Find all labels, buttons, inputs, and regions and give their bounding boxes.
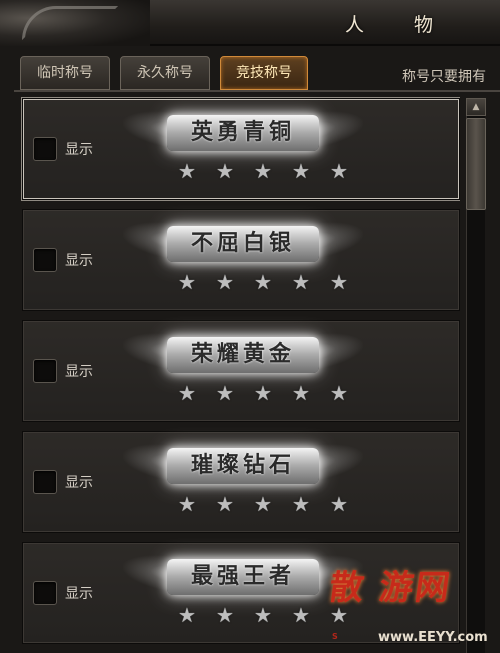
star-rating: ★ ★ ★ ★ ★ — [175, 270, 348, 296]
tab-permanent-titles[interactable]: 永久称号 — [120, 56, 210, 90]
star-icon: ★ — [292, 492, 310, 516]
title-hint-text: 称号只要拥有 — [402, 69, 486, 85]
character-window: 人 物 临时称号 永久称号 竞技称号 称号只要拥有 显示 英勇青铜 ★ ★ ★ … — [0, 0, 500, 653]
star-icon: ★ — [178, 492, 196, 516]
star-icon: ★ — [216, 603, 234, 627]
star-icon: ★ — [254, 270, 272, 294]
show-checkbox[interactable] — [33, 470, 57, 494]
title-badge: 英勇青铜 ★ ★ ★ ★ ★ — [123, 101, 363, 193]
show-label: 显示 — [65, 364, 93, 380]
show-label: 显示 — [65, 475, 93, 491]
star-icon: ★ — [330, 270, 348, 294]
star-icon: ★ — [178, 270, 196, 294]
star-rating: ★ ★ ★ ★ ★ — [175, 492, 348, 518]
star-icon: ★ — [330, 159, 348, 183]
tab-temporary-titles[interactable]: 临时称号 — [20, 56, 110, 90]
star-rating: ★ ★ ★ ★ ★ — [175, 159, 348, 185]
star-icon: ★ — [330, 381, 348, 405]
tab-arena-titles[interactable]: 竞技称号 — [220, 56, 308, 90]
title-row[interactable]: 显示 璀璨钻石 ★ ★ ★ ★ ★ — [22, 431, 460, 533]
badge-name: 英勇青铜 — [190, 120, 295, 145]
show-label: 显示 — [65, 253, 93, 269]
star-icon: ★ — [178, 159, 196, 183]
star-rating: ★ ★ ★ ★ ★ — [175, 603, 348, 629]
show-checkbox[interactable] — [33, 248, 57, 272]
badge-name: 璀璨钻石 — [190, 453, 295, 478]
watermark-tiny-text: S — [332, 632, 338, 641]
star-icon: ★ — [216, 381, 234, 405]
title-row[interactable]: 显示 不屈白银 ★ ★ ★ ★ ★ — [22, 209, 460, 311]
title-row[interactable]: 显示 英勇青铜 ★ ★ ★ ★ ★ — [22, 98, 460, 200]
title-badge: 璀璨钻石 ★ ★ ★ ★ ★ — [123, 434, 363, 526]
watermark-logo-text: 散 游网 — [326, 568, 455, 608]
show-checkbox[interactable] — [33, 137, 57, 161]
show-checkbox[interactable] — [33, 359, 57, 383]
badge-name: 不屈白银 — [190, 231, 295, 256]
star-icon: ★ — [292, 381, 310, 405]
corner-ornament — [0, 0, 150, 46]
show-label: 显示 — [65, 586, 93, 602]
title-badge: 荣耀黄金 ★ ★ ★ ★ ★ — [123, 323, 363, 415]
site-watermark: 散 游网 S www.EEYY.com — [326, 560, 500, 653]
star-icon: ★ — [254, 492, 272, 516]
star-icon: ★ — [330, 492, 348, 516]
show-label: 显示 — [65, 142, 93, 158]
watermark-url: www.EEYY.com — [378, 630, 488, 645]
star-icon: ★ — [254, 603, 272, 627]
star-icon: ★ — [254, 381, 272, 405]
scrollbar-thumb[interactable] — [466, 118, 486, 210]
star-icon: ★ — [178, 381, 196, 405]
badge-name: 最强王者 — [190, 564, 295, 589]
star-icon: ★ — [178, 603, 196, 627]
scroll-up-icon[interactable]: ▲ — [466, 98, 486, 116]
star-rating: ★ ★ ★ ★ ★ — [175, 381, 348, 407]
title-badge: 不屈白银 ★ ★ ★ ★ ★ — [123, 212, 363, 304]
star-icon: ★ — [254, 159, 272, 183]
title-badge: 最强王者 ★ ★ ★ ★ ★ — [123, 545, 363, 637]
star-icon: ★ — [292, 270, 310, 294]
badge-name: 荣耀黄金 — [190, 342, 295, 367]
window-title: 人 物 — [344, 14, 456, 36]
star-icon: ★ — [292, 603, 310, 627]
title-row[interactable]: 显示 荣耀黄金 ★ ★ ★ ★ ★ — [22, 320, 460, 422]
star-icon: ★ — [292, 159, 310, 183]
star-icon: ★ — [216, 159, 234, 183]
star-icon: ★ — [216, 270, 234, 294]
star-icon: ★ — [216, 492, 234, 516]
show-checkbox[interactable] — [33, 581, 57, 605]
